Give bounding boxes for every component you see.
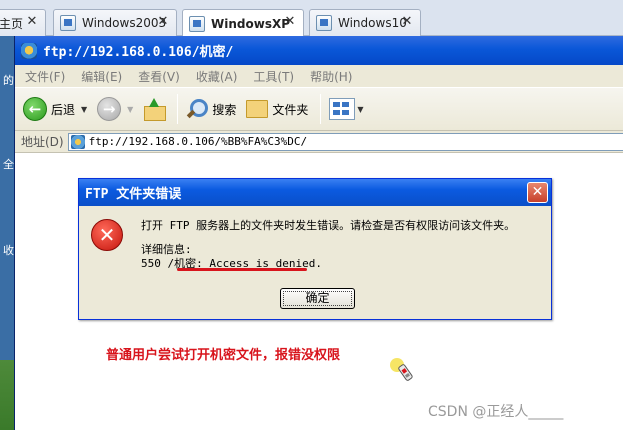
- close-icon[interactable]: ✕: [400, 15, 414, 29]
- folders-button[interactable]: 文件夹: [246, 100, 308, 118]
- vm-icon: [189, 15, 205, 32]
- ie-icon: [21, 42, 37, 59]
- chevron-down-icon[interactable]: ▼: [81, 105, 87, 114]
- menu-tools[interactable]: 工具(T): [253, 68, 294, 85]
- vm-icon: [316, 15, 332, 31]
- forward-arrow-icon: →: [97, 97, 122, 121]
- tab-label: Windows10: [338, 16, 407, 30]
- window-title: ftp://192.168.0.106/机密/: [43, 45, 234, 60]
- busy-cursor-icon: [390, 358, 413, 381]
- tab-home-label: 主页: [0, 16, 24, 31]
- watermark: CSDN @正经人_____: [428, 404, 564, 420]
- page-icon: [70, 134, 85, 149]
- menu-file[interactable]: 文件(F): [25, 68, 65, 85]
- back-arrow-icon: ←: [23, 97, 47, 121]
- tab-windowsxp[interactable]: WindowsXP ✕: [182, 9, 304, 37]
- address-input[interactable]: ftp://192.168.0.106/%BB%FA%C3%DC/: [67, 132, 623, 151]
- window-titlebar[interactable]: ftp://192.168.0.106/机密/: [15, 36, 623, 65]
- close-icon[interactable]: ✕: [527, 182, 548, 203]
- chevron-down-icon[interactable]: ▼: [357, 105, 363, 114]
- tab-windows10[interactable]: Windows10 ✕: [309, 9, 421, 36]
- close-icon[interactable]: ✕: [283, 15, 297, 29]
- desktop-icon-label[interactable]: 的: [0, 72, 14, 88]
- search-icon: [186, 98, 209, 120]
- vm-icon: [60, 15, 76, 31]
- red-underline-annotation: [177, 268, 307, 271]
- address-bar: 地址(D) ftp://192.168.0.106/%BB%FA%C3%DC/: [15, 131, 623, 153]
- ok-button[interactable]: 确定: [280, 288, 355, 309]
- menu-help[interactable]: 帮助(H): [310, 68, 352, 85]
- toolbar: ← 后退 ▼ → ▼ 搜索 文件夹 ▼: [15, 87, 623, 131]
- tab-windows2003[interactable]: Windows2003 ✕: [53, 9, 177, 36]
- desktop-icon-label[interactable]: 全: [0, 156, 14, 172]
- vm-tab-strip: 主页 ✕ Windows2003 ✕ WindowsXP ✕ Windows10…: [0, 0, 623, 37]
- dialog-message: 打开 FTP 服务器上的文件夹时发生错误。请检查是否有权限访问该文件夹。: [141, 219, 516, 232]
- close-icon[interactable]: ✕: [25, 15, 39, 29]
- annotation-text: 普通用户尝试打开机密文件，报错没权限: [106, 348, 341, 363]
- forward-button[interactable]: → ▼: [97, 97, 133, 121]
- folders-label: 文件夹: [272, 102, 309, 117]
- desktop-icon-label[interactable]: 收: [0, 242, 14, 258]
- up-folder-button[interactable]: [143, 98, 167, 121]
- folder-icon: [246, 100, 269, 118]
- search-label: 搜索: [212, 102, 237, 117]
- menu-favorites[interactable]: 收藏(A): [196, 68, 238, 85]
- menu-view[interactable]: 查看(V): [138, 68, 180, 85]
- back-label: 后退: [51, 102, 76, 117]
- menu-edit[interactable]: 编辑(E): [81, 68, 122, 85]
- tab-label: WindowsXP: [211, 16, 291, 31]
- address-label: 地址(D): [21, 135, 64, 149]
- dialog-titlebar[interactable]: FTP 文件夹错误: [79, 179, 551, 206]
- toolbar-separator: [320, 94, 322, 124]
- back-button[interactable]: ← 后退 ▼: [23, 97, 87, 121]
- error-icon: ✕: [91, 219, 123, 251]
- views-button[interactable]: ▼: [329, 98, 364, 120]
- desktop-wallpaper-grass: [0, 360, 14, 430]
- address-value: ftp://192.168.0.106/%BB%FA%C3%DC/: [88, 135, 308, 148]
- chevron-down-icon[interactable]: ▼: [127, 105, 133, 114]
- tab-label: Windows2003: [82, 16, 167, 30]
- menu-bar: 文件(F) 编辑(E) 查看(V) 收藏(A) 工具(T) 帮助(H): [15, 65, 623, 87]
- views-icon: [329, 98, 356, 120]
- tab-home[interactable]: 主页 ✕: [0, 9, 46, 36]
- error-dialog: FTP 文件夹错误 ✕ ✕ 打开 FTP 服务器上的文件夹时发生错误。请检查是否…: [78, 178, 552, 320]
- toolbar-separator: [177, 94, 179, 124]
- close-icon[interactable]: ✕: [156, 15, 170, 29]
- dialog-title: FTP 文件夹错误: [85, 187, 182, 202]
- search-button[interactable]: 搜索: [186, 98, 236, 120]
- up-folder-icon: [143, 98, 167, 121]
